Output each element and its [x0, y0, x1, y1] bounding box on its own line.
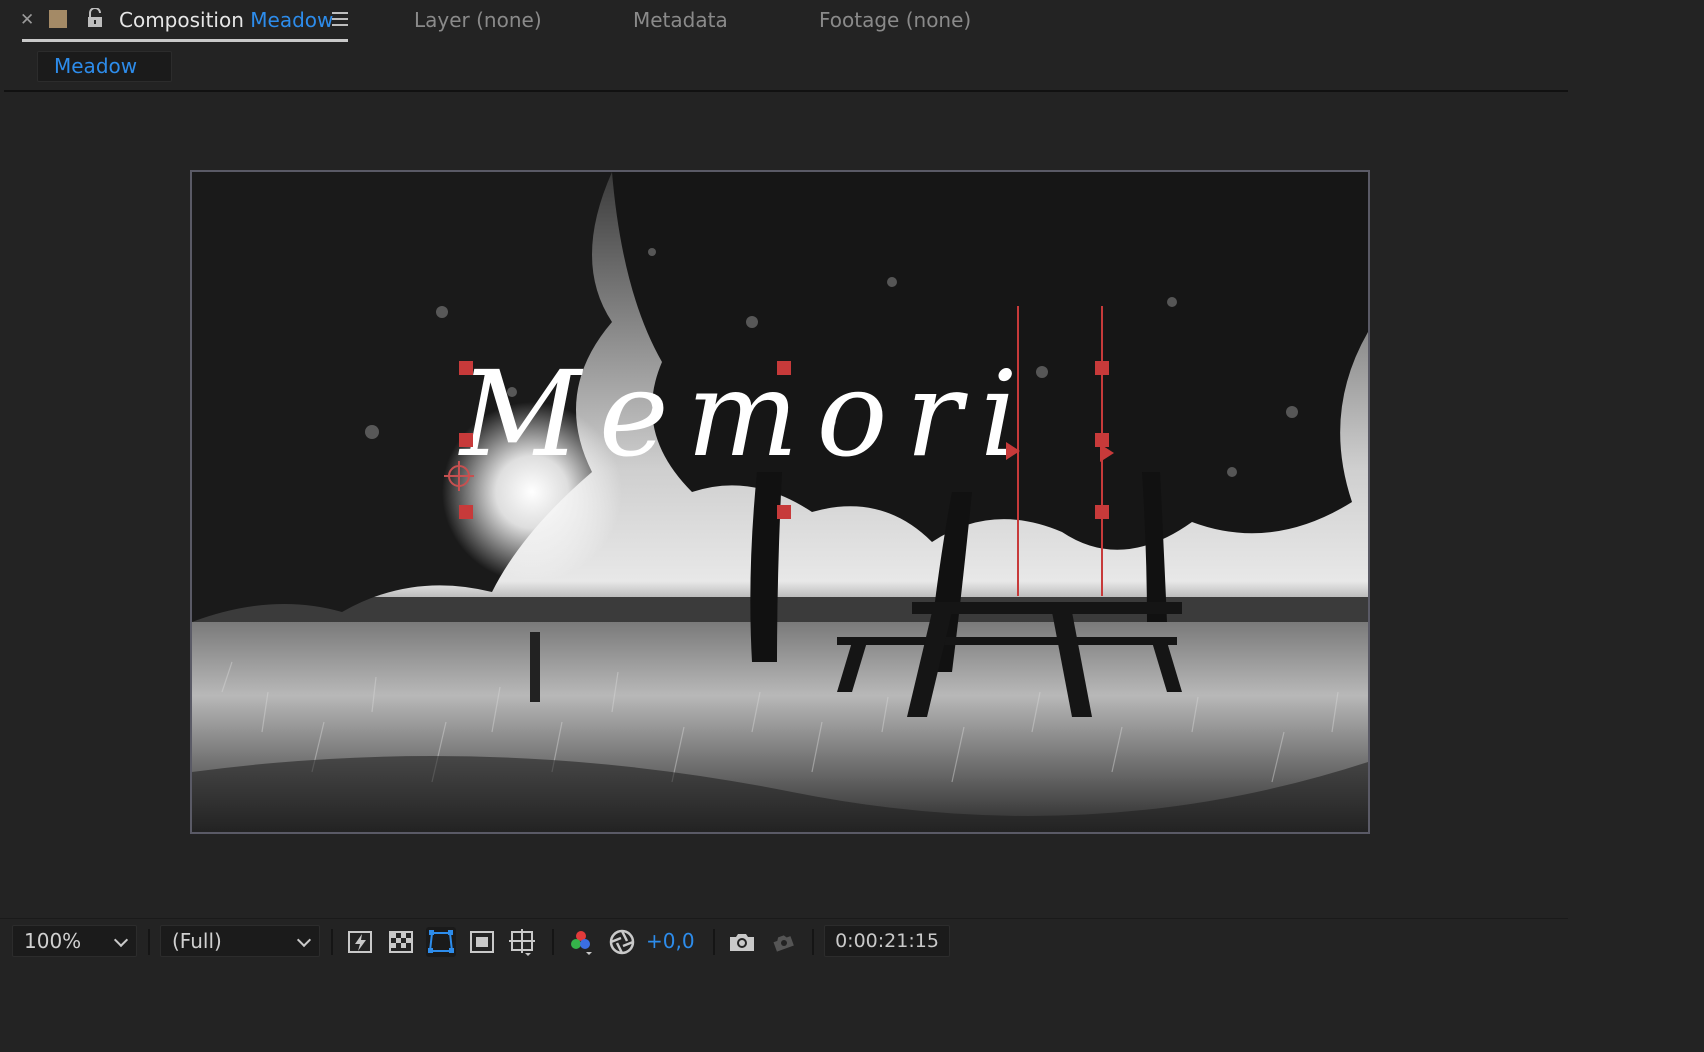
rgb-channels-icon[interactable]: [566, 927, 596, 957]
meadow-footage: [192, 172, 1368, 832]
transform-handle-bottom-left[interactable]: [459, 505, 473, 519]
magnification-dropdown[interactable]: 100%: [12, 925, 137, 957]
edge-marker: [1006, 442, 1020, 460]
composition-navigator: Meadow: [0, 44, 1568, 90]
tab-footage[interactable]: Footage (none): [819, 8, 971, 32]
transparency-grid-icon[interactable]: [386, 927, 416, 957]
exposure-value[interactable]: +0,0: [646, 929, 695, 953]
breadcrumb-meadow[interactable]: Meadow: [37, 51, 172, 82]
anchor-point-icon[interactable]: [444, 461, 474, 491]
mask-visibility-icon[interactable]: [426, 927, 456, 957]
transform-handle-top-left[interactable]: [459, 361, 473, 375]
transform-handle-middle-right[interactable]: [1095, 433, 1109, 447]
region-of-interest-icon[interactable]: [467, 927, 497, 957]
toolbar-separator: [812, 929, 814, 955]
transform-handle-top-right[interactable]: [1095, 361, 1109, 375]
grid-guides-icon[interactable]: [507, 927, 537, 957]
chevron-down-icon: [296, 932, 312, 948]
fast-previews-icon[interactable]: [345, 927, 375, 957]
unlock-icon[interactable]: [86, 8, 104, 28]
transform-handle-bottom-right[interactable]: [1095, 505, 1109, 519]
composition-tab-name: Meadow: [250, 8, 334, 32]
panel-tab-bar: ✕ Composition Meadow Layer (none) Metada…: [0, 0, 1568, 44]
memori-text-layer[interactable]: Memori: [460, 345, 1036, 483]
toolbar-separator: [331, 929, 333, 955]
reset-exposure-icon[interactable]: [607, 927, 637, 957]
close-icon[interactable]: ✕: [20, 10, 34, 30]
tab-metadata[interactable]: Metadata: [633, 8, 728, 32]
hamburger-menu-icon[interactable]: [332, 12, 348, 28]
composition-tab-prefix: Composition: [119, 8, 244, 32]
resolution-value: (Full): [172, 929, 222, 953]
composition-frame[interactable]: [190, 170, 1370, 834]
composition-panel: ✕ Composition Meadow Layer (none) Metada…: [0, 0, 1568, 968]
resolution-dropdown[interactable]: (Full): [160, 925, 320, 957]
viewer-toolbar: 100% (Full) +0,0 0:00:21:15: [0, 918, 1568, 968]
toolbar-separator: [552, 929, 554, 955]
tab-layer[interactable]: Layer (none): [414, 8, 542, 32]
transform-handle-bottom-center[interactable]: [777, 505, 791, 519]
camera-snapshot-icon[interactable]: [727, 927, 757, 957]
composition-color-swatch[interactable]: [49, 10, 67, 28]
toolbar-separator: [148, 929, 150, 955]
chevron-down-icon: [113, 932, 129, 948]
show-snapshot-icon[interactable]: [768, 927, 798, 957]
transform-handle-top-center[interactable]: [777, 361, 791, 375]
magnification-value: 100%: [24, 929, 82, 953]
current-time-display[interactable]: 0:00:21:15: [824, 925, 950, 957]
toolbar-separator: [713, 929, 715, 955]
composition-tab-title[interactable]: Composition Meadow: [119, 8, 333, 32]
transform-handle-middle-left[interactable]: [459, 433, 473, 447]
